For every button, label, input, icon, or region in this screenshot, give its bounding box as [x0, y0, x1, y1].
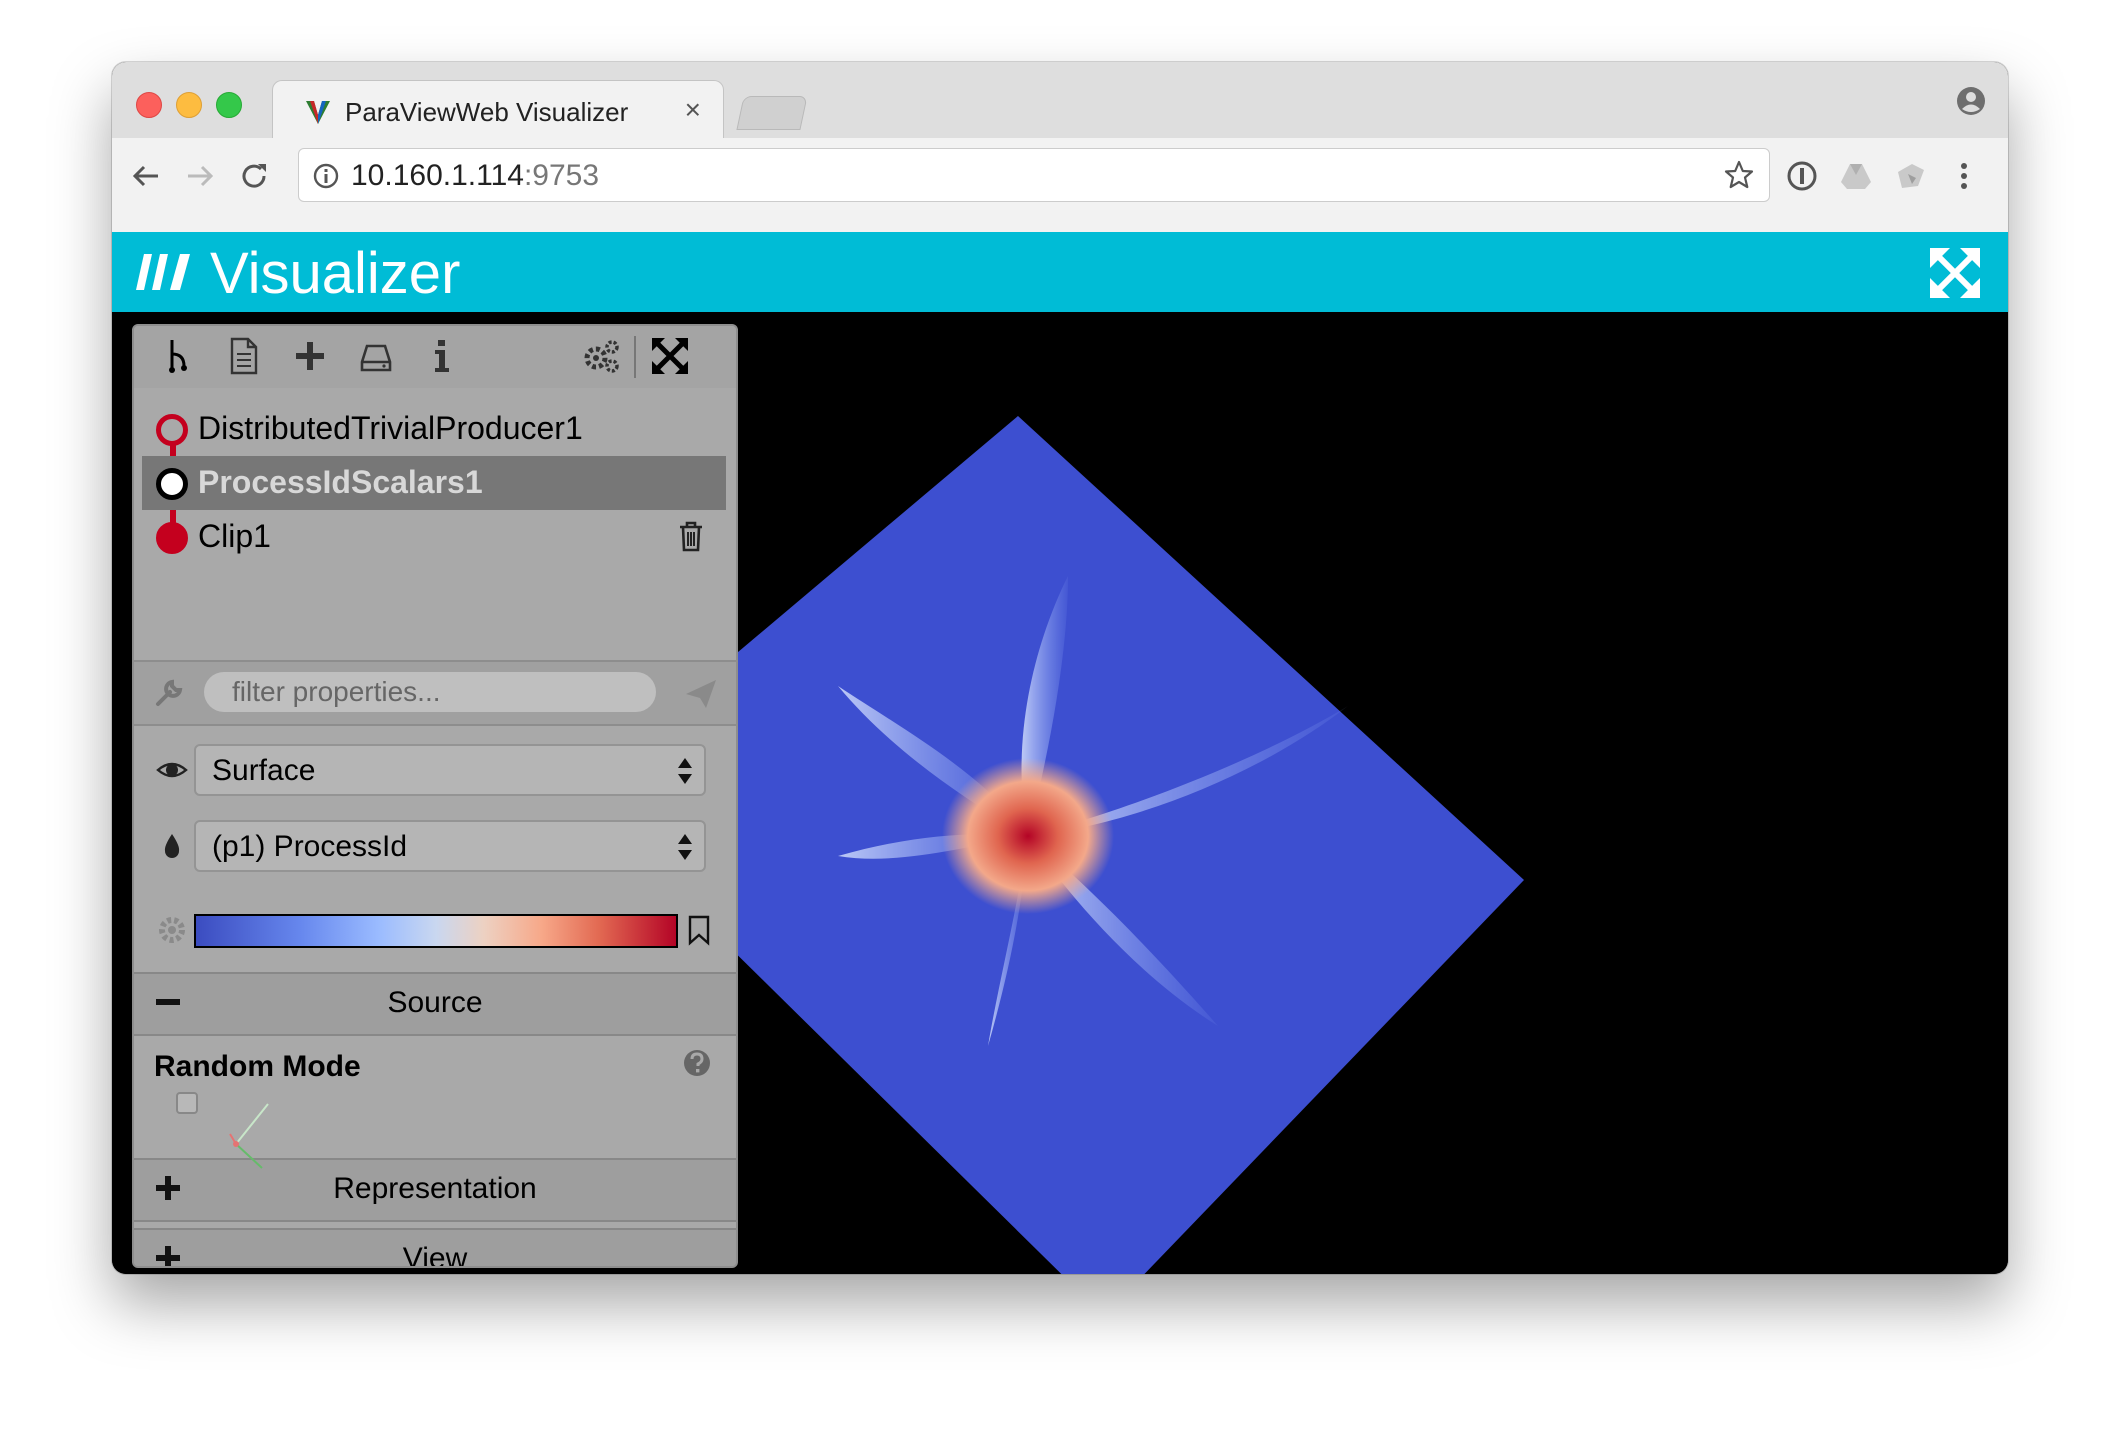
color-drop-icon[interactable]	[156, 830, 188, 862]
representation-select[interactable]: Surface	[194, 744, 706, 796]
properties-panel: Surface (p1) ProcessId Source Random Mod…	[134, 722, 736, 1266]
filter-bar	[134, 660, 736, 726]
tab-bar: ParaViewWeb Visualizer ×	[112, 62, 2008, 141]
pipeline-item-process-id-scalars[interactable]: ProcessIdScalars1	[142, 456, 726, 510]
help-icon[interactable]	[682, 1048, 712, 1078]
pipeline-item-clip[interactable]: Clip1	[142, 510, 726, 564]
pipeline-icon[interactable]	[158, 336, 198, 376]
colormap-bar[interactable]	[194, 914, 678, 948]
visibility-toggle[interactable]	[156, 414, 188, 446]
password-extension-icon[interactable]	[1784, 158, 1820, 194]
bookmark-star-icon[interactable]	[1723, 159, 1755, 191]
paraview-logo-icon	[306, 101, 330, 124]
visibility-toggle[interactable]	[156, 522, 188, 554]
back-icon[interactable]	[128, 158, 164, 194]
fullscreen-icon[interactable]	[1928, 246, 1982, 300]
bookmark-preset-icon[interactable]	[686, 914, 712, 946]
url-host: 10.160.1.114	[351, 159, 524, 192]
color-by-select-value: (p1) ProcessId	[212, 830, 408, 863]
reset-camera-icon[interactable]	[650, 336, 690, 376]
drive-extension-icon[interactable]	[1838, 158, 1874, 194]
section-view-label: View	[402, 1242, 468, 1268]
control-panel: DistributedTrivialProducer1 ProcessIdSca…	[132, 324, 738, 1268]
new-tab-button[interactable]	[736, 96, 808, 130]
close-window-button[interactable]	[136, 92, 162, 118]
app-title: Visualizer	[210, 241, 461, 306]
toolbar-divider	[634, 336, 636, 378]
menu-kebab-icon[interactable]	[1946, 158, 1982, 194]
tab-title: ParaViewWeb Visualizer	[345, 97, 629, 127]
section-source-label: Source	[387, 986, 483, 1019]
orientation-axes-icon	[229, 1103, 269, 1169]
omnibox[interactable]: 10.160.1.114:9753	[298, 148, 1770, 202]
settings-gears-icon[interactable]	[582, 336, 622, 376]
url-port: :9753	[523, 159, 600, 192]
pipeline-browser: DistributedTrivialProducer1 ProcessIdSca…	[134, 388, 736, 660]
forward-icon[interactable]	[182, 158, 218, 194]
add-filter-icon[interactable]	[290, 336, 330, 376]
random-mode-checkbox[interactable]	[176, 1092, 198, 1114]
cast-extension-icon[interactable]	[1892, 158, 1928, 194]
save-data-icon[interactable]	[356, 336, 396, 376]
pipeline-item-distributed-trivial-producer[interactable]: DistributedTrivialProducer1	[142, 402, 726, 456]
reload-icon[interactable]	[236, 158, 272, 194]
random-mode-label: Random Mode	[154, 1050, 361, 1083]
browser-window: ParaViewWeb Visualizer × 10.160.1.114:97…	[112, 62, 2008, 1274]
section-source[interactable]: Source	[134, 972, 736, 1036]
eye-icon[interactable]	[156, 754, 188, 786]
browser-tab[interactable]: ParaViewWeb Visualizer ×	[272, 80, 724, 141]
section-view[interactable]: View	[134, 1228, 736, 1268]
representation-select-value: Surface	[212, 754, 316, 787]
site-info-icon[interactable]	[313, 163, 339, 189]
info-icon[interactable]	[422, 336, 462, 376]
pipeline-item-label: ProcessIdScalars1	[198, 464, 483, 500]
pipeline-item-label: DistributedTrivialProducer1	[198, 410, 583, 446]
zoom-window-button[interactable]	[216, 92, 242, 118]
visibility-toggle[interactable]	[156, 468, 188, 500]
colormap-gear-icon[interactable]	[156, 914, 188, 946]
pipeline-item-label: Clip1	[198, 518, 271, 554]
minimize-window-button[interactable]	[176, 92, 202, 118]
delete-trash-icon[interactable]	[676, 520, 706, 552]
apply-send-icon[interactable]	[684, 676, 718, 710]
panel-toolbar	[134, 326, 736, 390]
address-bar-row: 10.160.1.114:9753	[112, 138, 2008, 233]
app-header: Visualizer	[112, 232, 2008, 312]
wrench-icon	[156, 679, 183, 706]
tab-close-button[interactable]: ×	[685, 95, 701, 125]
select-arrows-icon	[678, 758, 692, 784]
files-icon[interactable]	[224, 336, 264, 376]
filter-properties-input[interactable]	[204, 672, 656, 712]
color-by-select[interactable]: (p1) ProcessId	[194, 820, 706, 872]
url-text: 10.160.1.114:9753	[351, 159, 599, 193]
profile-icon[interactable]	[1956, 86, 1986, 116]
visualizer-logo-icon	[136, 254, 190, 290]
select-arrows-icon	[678, 834, 692, 860]
